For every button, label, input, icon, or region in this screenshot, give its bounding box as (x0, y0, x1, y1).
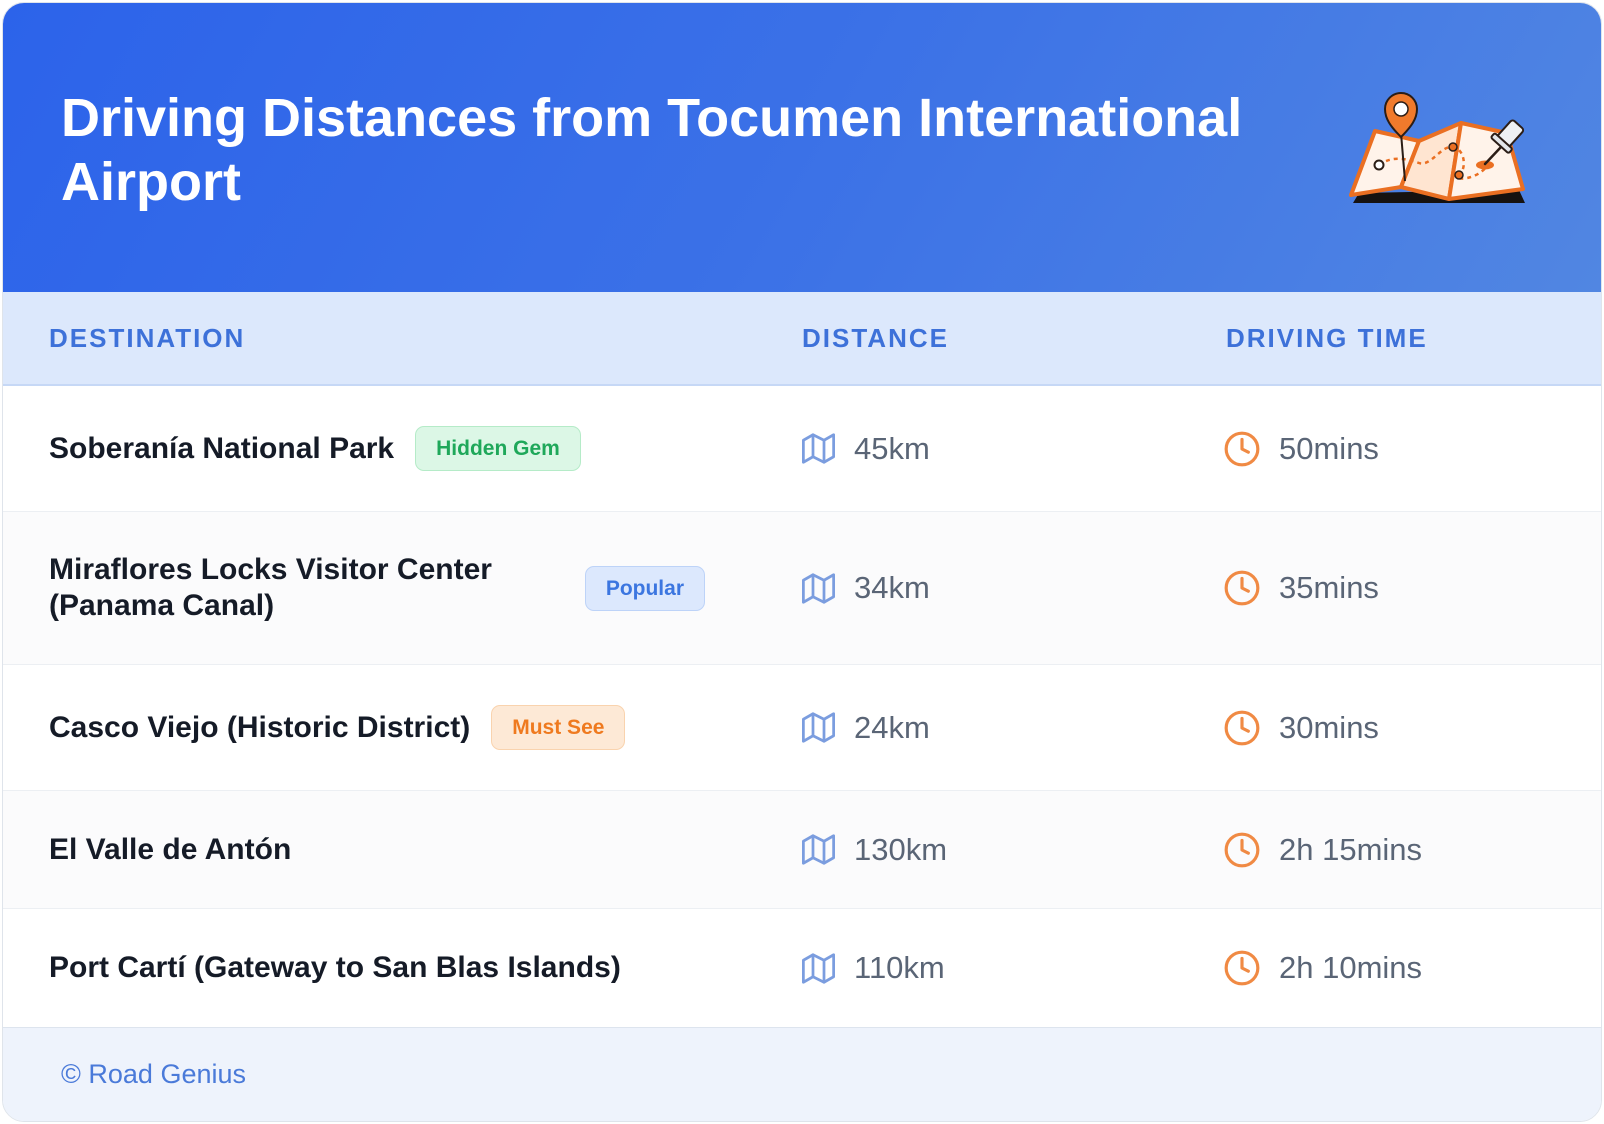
driving-time-cell: 50mins (1223, 430, 1601, 468)
destination-cell: Soberanía National Park Hidden Gem (49, 426, 802, 471)
clock-icon (1223, 430, 1261, 468)
clock-icon (1223, 949, 1261, 987)
destination-name: Port Cartí (Gateway to San Blas Islands) (49, 951, 621, 984)
driving-time-value: 2h 10mins (1279, 950, 1423, 985)
folded-map-with-pins-icon (1349, 89, 1529, 207)
destination-cell: El Valle de Antón (49, 832, 802, 868)
distance-cell: 130km (802, 832, 1223, 868)
driving-time-value: 2h 15mins (1279, 831, 1423, 867)
map-icon (802, 952, 835, 985)
hidden-gem-badge: Hidden Gem (415, 426, 581, 471)
table-header: DESTINATION DISTANCE DRIVING TIME (3, 292, 1601, 386)
driving-time-value: 50mins (1279, 430, 1379, 466)
copyright-credit: © Road Genius (61, 1059, 246, 1089)
distance-value: 34km (854, 570, 930, 605)
clock-icon (1223, 569, 1261, 607)
driving-time-cell: 35mins (1223, 569, 1601, 607)
driving-time-value: 35mins (1279, 570, 1379, 605)
driving-time-cell: 2h 10mins (1223, 949, 1601, 987)
map-icon (802, 711, 835, 744)
distance-table-card: Driving Distances from Tocumen Internati… (2, 2, 1602, 1122)
distance-cell: 110km (802, 950, 1223, 986)
destination-name: Soberanía National Park (49, 431, 395, 465)
map-icon (802, 833, 835, 866)
destination-name: Miraflores Locks Visitor Center (Panama … (49, 553, 492, 622)
clock-icon (1223, 709, 1261, 747)
popular-badge: Popular (584, 565, 705, 611)
destination-cell: Miraflores Locks Visitor Center (Panama … (49, 552, 802, 624)
distance-value: 130km (854, 831, 948, 867)
distance-value: 24km (854, 709, 930, 745)
distance-cell: 24km (802, 710, 1223, 746)
table-row: Casco Viejo (Historic District) Must See… (3, 665, 1601, 791)
card-header: Driving Distances from Tocumen Internati… (3, 3, 1601, 292)
destination-name: El Valle de Antón (49, 832, 292, 866)
table-row: El Valle de Antón 130km 2h 15mins (3, 791, 1601, 909)
page-title: Driving Distances from Tocumen Internati… (61, 88, 1243, 212)
destination-cell: Port Cartí (Gateway to San Blas Islands) (49, 950, 802, 986)
column-header-distance: DISTANCE (802, 322, 949, 353)
distance-cell: 45km (802, 431, 1223, 467)
distance-value: 110km (854, 950, 945, 985)
must-see-badge: Must See (491, 705, 626, 750)
driving-time-value: 30mins (1279, 709, 1379, 745)
column-header-destination: DESTINATION (49, 322, 246, 353)
driving-time-cell: 30mins (1223, 709, 1601, 747)
table-row: Port Cartí (Gateway to San Blas Islands)… (3, 909, 1601, 1027)
map-icon (802, 432, 835, 465)
table-row: Miraflores Locks Visitor Center (Panama … (3, 512, 1601, 665)
column-header-driving-time: DRIVING TIME (1226, 322, 1428, 353)
distance-value: 45km (854, 430, 930, 466)
destination-name: Casco Viejo (Historic District) (49, 710, 471, 744)
card-footer: © Road Genius (3, 1027, 1601, 1121)
table-row: Soberanía National Park Hidden Gem 45km … (3, 386, 1601, 512)
clock-icon (1223, 831, 1261, 869)
driving-time-cell: 2h 15mins (1223, 831, 1601, 869)
destination-cell: Casco Viejo (Historic District) Must See (49, 705, 802, 750)
map-icon (802, 572, 835, 605)
distance-cell: 34km (802, 570, 1223, 606)
